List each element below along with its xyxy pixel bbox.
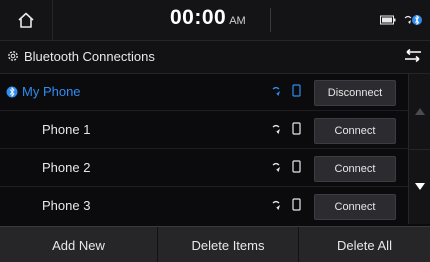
device-name: Phone 3 <box>42 198 91 213</box>
delete-items-button[interactable]: Delete Items <box>158 227 299 262</box>
clock-time: 00:00 <box>170 6 227 29</box>
connect-button[interactable]: Connect <box>314 194 396 220</box>
clock: 00:00 AM <box>170 6 246 34</box>
page-title: Bluetooth Connections <box>24 49 155 64</box>
gear-icon <box>8 51 18 61</box>
device-list: My Phone Disconnect Phone 1 Connect Phon… <box>0 74 408 224</box>
triangle-up-icon <box>415 108 425 115</box>
phone-icon <box>292 160 301 173</box>
back-button[interactable] <box>396 41 430 73</box>
bluetooth-phone-icon <box>404 14 422 26</box>
call-audio-icon <box>272 200 280 210</box>
add-new-button[interactable]: Add New <box>0 227 158 262</box>
connect-button[interactable]: Connect <box>314 156 396 182</box>
phone-icon <box>292 198 301 211</box>
device-name: My Phone <box>22 84 81 99</box>
bottom-action-bar: Add New Delete Items Delete All <box>0 226 430 262</box>
phone-icon <box>292 122 301 135</box>
scroll-down-button[interactable] <box>409 149 430 224</box>
status-bar: 00:00 AM <box>0 0 430 41</box>
device-name: Phone 1 <box>42 122 91 137</box>
call-audio-icon <box>272 162 280 172</box>
bluetooth-connections-screen: 00:00 AM Bluetooth Connections My Phone … <box>0 0 430 262</box>
phone-icon <box>292 84 301 97</box>
device-row-phone-1[interactable]: Phone 1 Connect <box>0 112 408 149</box>
title-bar: Bluetooth Connections <box>0 41 430 74</box>
triangle-down-icon <box>415 183 425 190</box>
battery-icon <box>380 15 396 25</box>
home-button[interactable] <box>0 0 53 40</box>
device-row-phone-3[interactable]: Phone 3 Connect <box>0 188 408 224</box>
disconnect-button[interactable]: Disconnect <box>314 80 396 106</box>
scroll-rail <box>408 74 430 224</box>
call-audio-icon <box>272 86 280 96</box>
bluetooth-icon <box>6 86 18 98</box>
scroll-up-button[interactable] <box>409 74 430 150</box>
device-row-phone-2[interactable]: Phone 2 Connect <box>0 150 408 187</box>
device-row-my-phone[interactable]: My Phone Disconnect <box>0 74 408 111</box>
clock-ampm: AM <box>229 15 246 27</box>
call-audio-icon <box>272 124 280 134</box>
status-divider <box>270 8 271 32</box>
back-arrow-icon <box>405 49 421 63</box>
status-icons <box>380 12 424 28</box>
connect-button[interactable]: Connect <box>314 118 396 144</box>
home-icon <box>18 12 34 28</box>
device-name: Phone 2 <box>42 160 91 175</box>
delete-all-button[interactable]: Delete All <box>299 227 430 262</box>
